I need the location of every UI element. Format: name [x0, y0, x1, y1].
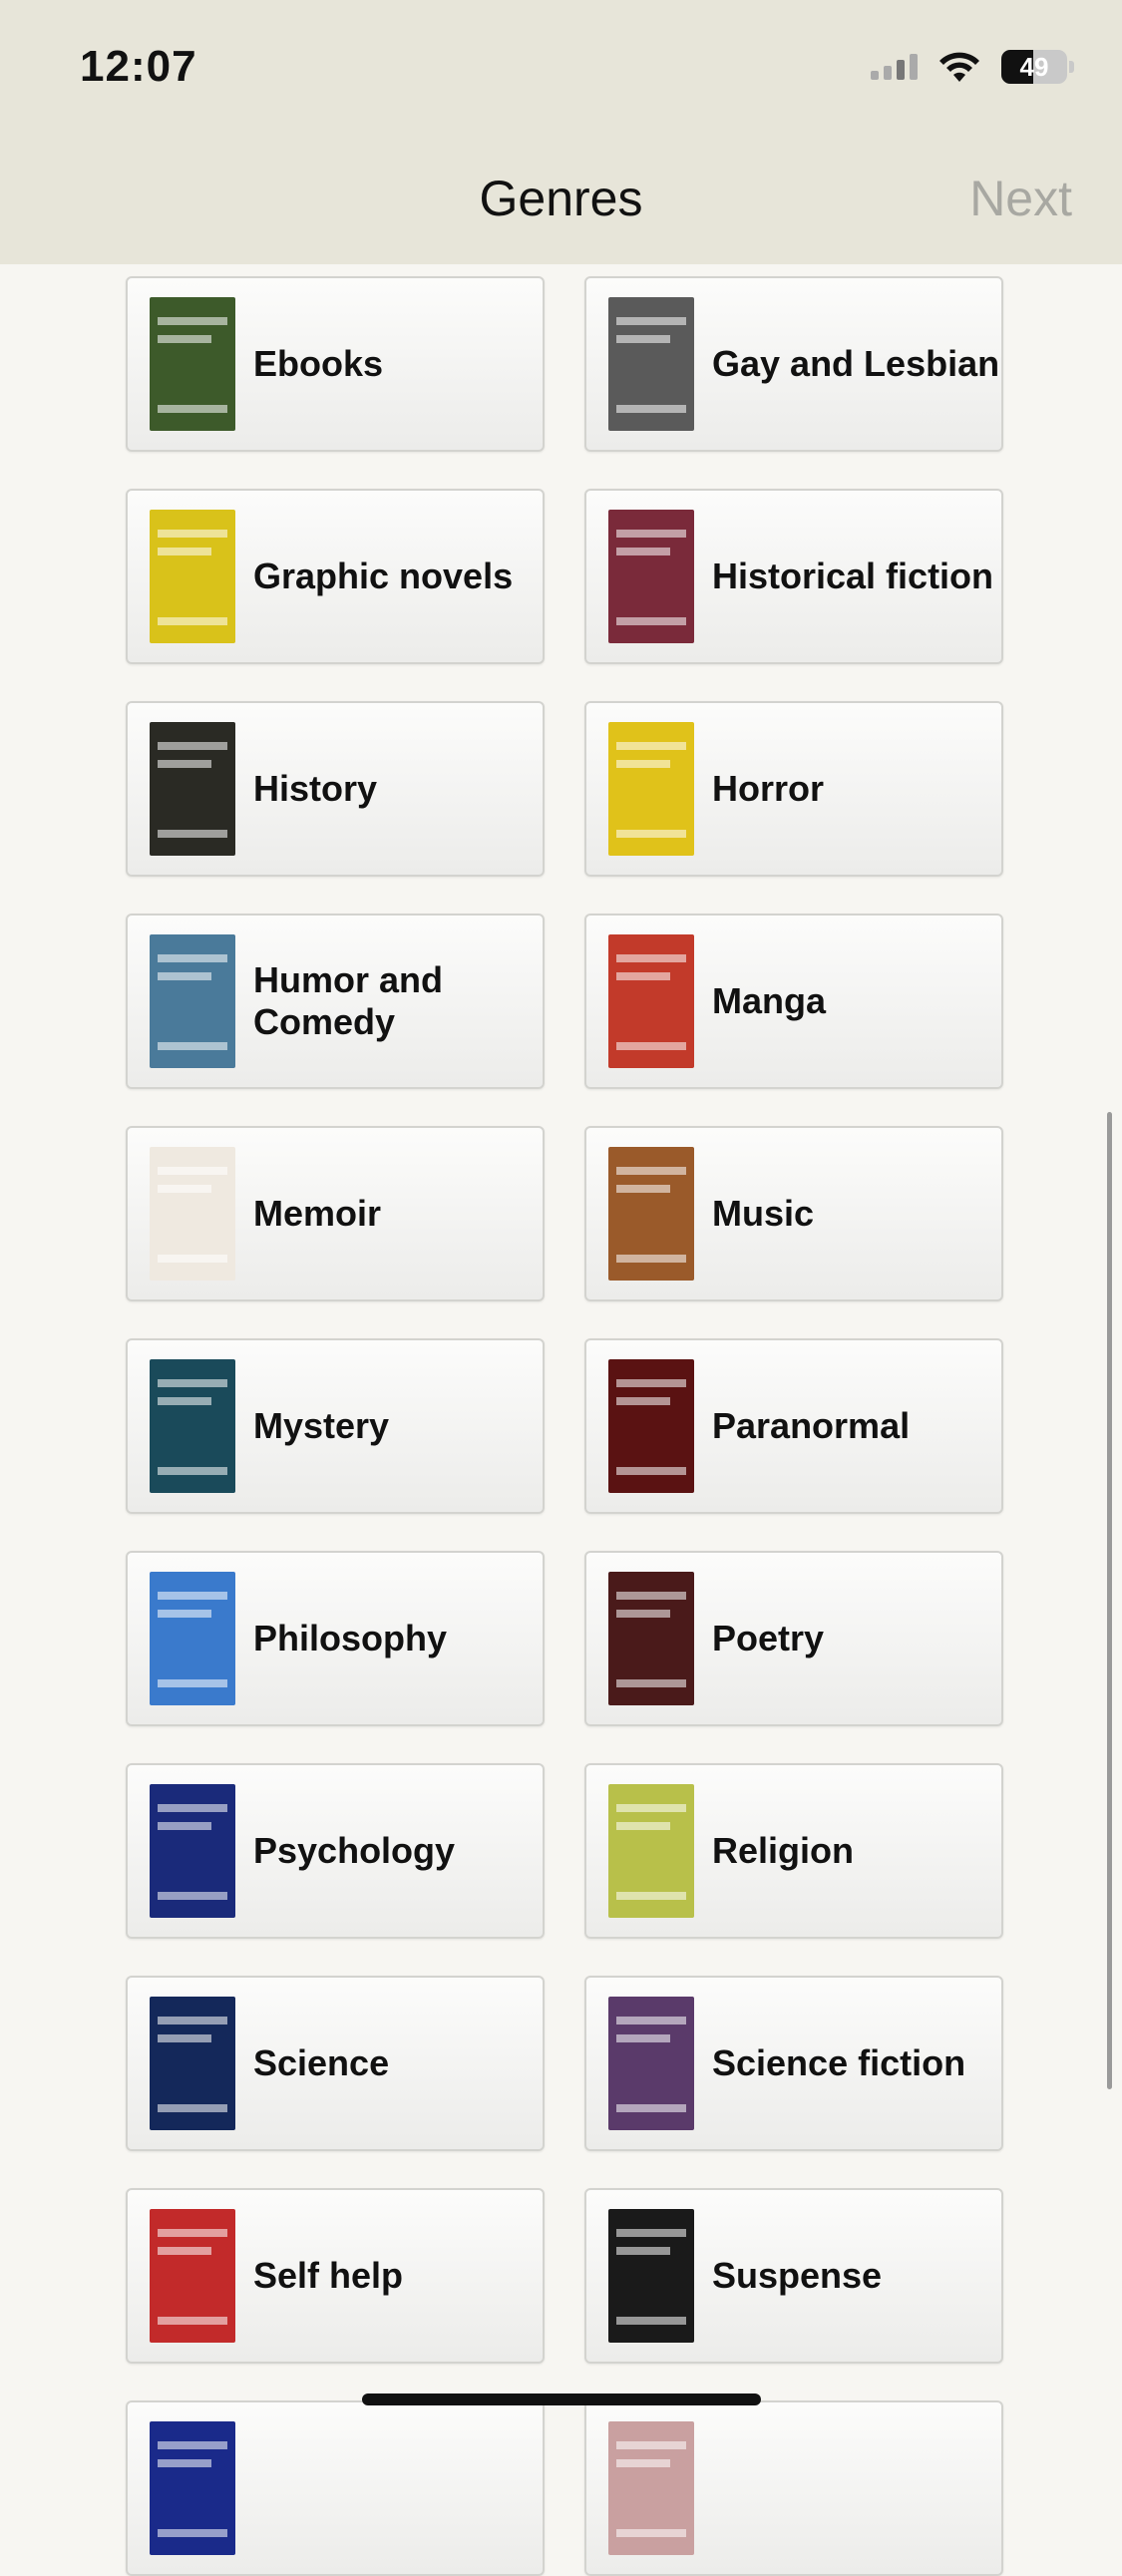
book-cover-image [150, 2421, 235, 2555]
genre-label: Suspense [712, 2255, 883, 2296]
genre-label: Poetry [712, 1618, 825, 1658]
genre-label: Philosophy [253, 1618, 448, 1658]
genre-label: Memoir [253, 1193, 382, 1234]
genre-label: Religion [712, 1830, 854, 1871]
book-cover-image [150, 2209, 235, 2343]
genre-tile[interactable]: Poetry [584, 1551, 1003, 1726]
book-cover-image [608, 1147, 694, 1281]
genre-label: Manga [712, 980, 827, 1021]
book-cover-image [608, 2421, 694, 2555]
book-cover-image [150, 1997, 235, 2130]
book-cover-image [150, 1572, 235, 1705]
book-cover-image [608, 1572, 694, 1705]
next-button[interactable]: Next [969, 170, 1072, 227]
genre-label: Paranormal [712, 1405, 911, 1446]
genre-tile[interactable]: Humor and Comedy [126, 914, 545, 1089]
genre-tile[interactable]: Paranormal [584, 1338, 1003, 1514]
genre-label: Ebooks [253, 343, 384, 384]
genre-tile[interactable]: Manga [584, 914, 1003, 1089]
genre-label: Science [253, 2042, 390, 2083]
genre-label: Self help [253, 2255, 404, 2296]
battery-percentage: 49 [1019, 51, 1049, 82]
navigation-bar: Genres Next [0, 130, 1122, 264]
genre-label: Psychology [253, 1830, 456, 1871]
genre-tile[interactable]: Philosophy [126, 1551, 545, 1726]
genre-tile[interactable]: Science fiction [584, 1976, 1003, 2151]
genre-tile[interactable]: Ebooks [126, 276, 545, 452]
genre-tile[interactable]: Self help [126, 2188, 545, 2364]
genre-label: History [253, 768, 378, 809]
status-bar: 12:07 49 [0, 0, 1122, 130]
genre-tile[interactable]: Religion [584, 1763, 1003, 1939]
genre-tile[interactable]: Psychology [126, 1763, 545, 1939]
genre-tile[interactable]: Science [126, 1976, 545, 2151]
book-cover-image [150, 297, 235, 431]
book-cover-image [150, 1359, 235, 1493]
book-cover-image [150, 934, 235, 1068]
book-cover-image [608, 510, 694, 643]
genre-label: Mystery [253, 1405, 390, 1446]
page-title: Genres [479, 171, 643, 226]
genre-tile[interactable]: Historical fiction [584, 489, 1003, 664]
battery-icon: 49 [1001, 50, 1074, 84]
scrollbar[interactable] [1107, 1112, 1112, 2089]
book-cover-image [150, 510, 235, 643]
genre-label: Music [712, 1193, 815, 1234]
genre-label: Historical fiction [712, 555, 994, 596]
book-cover-image [150, 1147, 235, 1281]
genre-label: Graphic novels [253, 555, 514, 596]
genre-tile[interactable]: Suspense [584, 2188, 1003, 2364]
genre-tile[interactable] [126, 2400, 545, 2576]
genre-tile[interactable]: Gay and Lesbian [584, 276, 1003, 452]
genre-label: Science fiction [712, 2042, 966, 2083]
status-time: 12:07 [80, 42, 197, 91]
wifi-icon [939, 52, 979, 82]
genre-tile[interactable]: Horror [584, 701, 1003, 877]
home-indicator[interactable] [362, 2393, 761, 2405]
book-cover-image [150, 722, 235, 856]
book-cover-image [608, 1359, 694, 1493]
book-cover-image [608, 297, 694, 431]
book-cover-image [608, 934, 694, 1068]
book-cover-image [608, 722, 694, 856]
genre-tile[interactable]: Mystery [126, 1338, 545, 1514]
genre-tile[interactable] [584, 2400, 1003, 2576]
book-cover-image [150, 1784, 235, 1918]
genre-tile[interactable]: Memoir [126, 1126, 545, 1301]
genre-tile[interactable]: Graphic novels [126, 489, 545, 664]
genre-tile[interactable]: Music [584, 1126, 1003, 1301]
genre-tile[interactable]: History [126, 701, 545, 877]
cellular-signal-icon [871, 54, 918, 80]
book-cover-image [608, 2209, 694, 2343]
book-cover-image [608, 1784, 694, 1918]
genre-grid: Ebooks Gay and Lesbian Graphic novels Histo… [126, 276, 1003, 2576]
genre-label: Humor and Comedy [253, 959, 444, 1042]
status-icons: 49 [871, 50, 1074, 84]
book-cover-image [608, 1997, 694, 2130]
genre-label: Horror [712, 768, 825, 809]
genre-label: Gay and Lesbian [712, 343, 1000, 384]
